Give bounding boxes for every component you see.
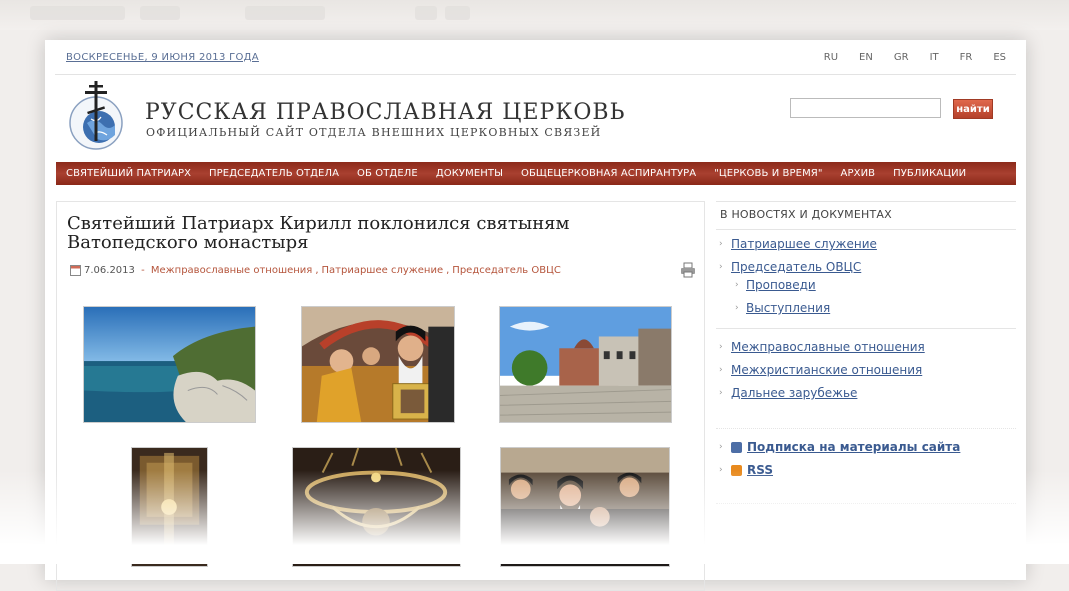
- article-meta: 7.06.2013 - Межправославные отношения, П…: [70, 265, 561, 276]
- chevron-right-icon: ›: [719, 388, 723, 398]
- nav-item-postgraduate[interactable]: ОБЩЕЦЕРКОВНАЯ АСПИРАНТУРА: [521, 168, 696, 179]
- photo-monks-gathering[interactable]: [500, 447, 670, 567]
- sidebar-sublink-speeches[interactable]: Выступления: [746, 301, 830, 315]
- sidebar: В НОВОСТЯХ И ДОКУМЕНТАХ › Патриаршее слу…: [716, 201, 1016, 591]
- page: ВОСКРЕСЕНЬЕ, 9 ИЮНЯ 2013 ГОДА RU EN GR I…: [45, 40, 1026, 591]
- sidebar-link-interorthodox[interactable]: Межправославные отношения: [731, 340, 925, 354]
- sidebar-top-divider: [716, 201, 1016, 202]
- subscribe-icon: [731, 442, 742, 453]
- header-divider: [55, 74, 1016, 75]
- toolbar-ghost: [140, 6, 180, 20]
- toolbar-ghost: [30, 6, 125, 20]
- lang-fr[interactable]: FR: [960, 52, 973, 63]
- article-title: Святейший Патриарх Кирилл поклонился свя…: [67, 213, 570, 253]
- chevron-right-icon: ›: [719, 262, 723, 272]
- church-logo-icon[interactable]: [65, 79, 127, 153]
- article-panel: Святейший Патриарх Кирилл поклонился свя…: [56, 201, 705, 591]
- chevron-right-icon: ›: [735, 280, 739, 290]
- calendar-icon: [70, 265, 81, 276]
- photo-monastery-courtyard[interactable]: [499, 306, 672, 423]
- sidebar-link-far-abroad[interactable]: Дальнее зарубежье: [731, 386, 857, 400]
- chevron-right-icon: ›: [719, 365, 723, 375]
- lang-ru[interactable]: RU: [824, 52, 838, 63]
- lang-es[interactable]: ES: [993, 52, 1006, 63]
- toolbar-ghost: [245, 6, 325, 20]
- tag-dect-chairman[interactable]: Председатель ОВЦС: [452, 265, 561, 276]
- tag-patriarchal-service[interactable]: Патриаршее служение: [322, 265, 444, 276]
- site-title: РУССКАЯ ПРАВОСЛАВНАЯ ЦЕРКОВЬ: [145, 100, 626, 125]
- meta-separator: -: [137, 265, 148, 276]
- toolbar-ghost: [445, 6, 470, 20]
- chevron-right-icon: ›: [719, 442, 723, 452]
- main-nav: СВЯТЕЙШИЙ ПАТРИАРХ ПРЕДСЕДАТЕЛЬ ОТДЕЛА О…: [56, 162, 1016, 185]
- rss-link[interactable]: RSS: [747, 463, 773, 477]
- sidebar-divider: [716, 328, 1016, 329]
- browser-toolbar-strip: [0, 0, 1069, 30]
- sidebar-link-dect-chairman[interactable]: Председатель ОВЦС: [731, 260, 861, 274]
- lang-it[interactable]: IT: [930, 52, 939, 63]
- nav-item-about[interactable]: ОБ ОТДЕЛЕ: [357, 168, 418, 179]
- nav-item-publications[interactable]: ПУБЛИКАЦИИ: [893, 168, 966, 179]
- sidebar-link-interchristian[interactable]: Межхристианские отношения: [731, 363, 922, 377]
- nav-item-patriarch[interactable]: СВЯТЕЙШИЙ ПАТРИАРХ: [66, 168, 191, 179]
- chevron-right-icon: ›: [719, 465, 723, 475]
- nav-item-church-and-time[interactable]: "ЦЕРКОВЬ И ВРЕМЯ": [714, 168, 822, 179]
- search-button[interactable]: найти: [953, 99, 993, 119]
- search-input[interactable]: [790, 98, 941, 118]
- chevron-right-icon: ›: [719, 239, 723, 249]
- toolbar-ghost: [415, 6, 437, 20]
- article-date: 7.06.2013: [84, 265, 135, 276]
- sidebar-heading-divider: [716, 229, 1016, 230]
- nav-item-chairman[interactable]: ПРЕДСЕДАТЕЛЬ ОТДЕЛА: [209, 168, 339, 179]
- nav-item-archive[interactable]: АРХИВ: [841, 168, 876, 179]
- lang-en[interactable]: EN: [859, 52, 873, 63]
- photo-sea-coast[interactable]: [83, 306, 256, 423]
- photo-clergy-procession[interactable]: [301, 306, 455, 423]
- sidebar-divider: [716, 428, 1016, 429]
- rss-icon: [731, 465, 742, 476]
- sidebar-link-patriarchal-service[interactable]: Патриаршее служение: [731, 237, 877, 251]
- sidebar-divider: [716, 503, 1016, 504]
- photo-church-interior[interactable]: [131, 447, 208, 567]
- sidebar-sublink-sermons[interactable]: Проповеди: [746, 278, 816, 292]
- subscribe-link[interactable]: Подписка на материалы сайта: [747, 440, 960, 454]
- chevron-right-icon: ›: [719, 342, 723, 352]
- print-icon[interactable]: [680, 262, 696, 278]
- lang-gr[interactable]: GR: [894, 52, 909, 63]
- sidebar-heading: В НОВОСТЯХ И ДОКУМЕНТАХ: [720, 208, 892, 221]
- tag-interorthodox[interactable]: Межправославные отношения: [151, 265, 312, 276]
- current-date-link[interactable]: ВОСКРЕСЕНЬЕ, 9 ИЮНЯ 2013 ГОДА: [66, 52, 259, 63]
- chevron-right-icon: ›: [735, 303, 739, 313]
- site-subtitle: ОФИЦИАЛЬНЫЙ САЙТ ОТДЕЛА ВНЕШНИХ ЦЕРКОВНЫ…: [146, 126, 602, 139]
- photo-chandelier[interactable]: [292, 447, 461, 567]
- language-switcher: RU EN GR IT FR ES: [824, 52, 1006, 63]
- nav-item-documents[interactable]: ДОКУМЕНТЫ: [436, 168, 503, 179]
